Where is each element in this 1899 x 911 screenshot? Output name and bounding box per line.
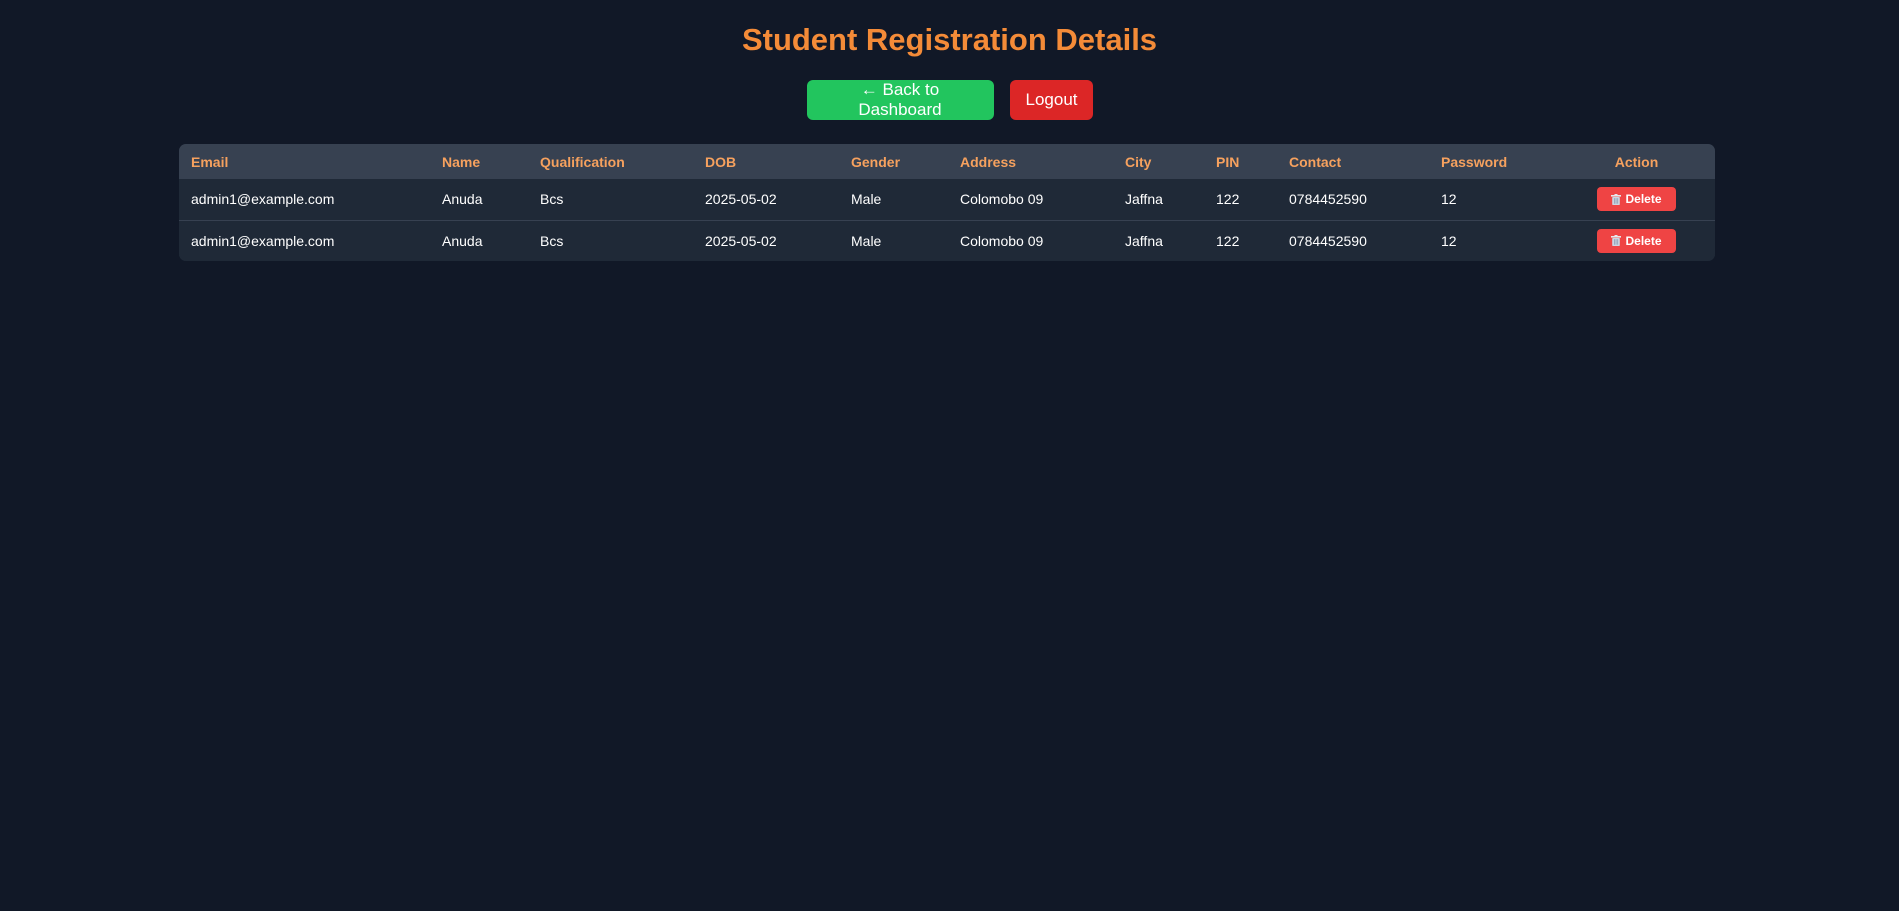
cell-password: 12 — [1441, 191, 1457, 208]
delete-button-label: Delete — [1625, 233, 1662, 248]
cell-action: Delete — [1558, 219, 1715, 261]
cell-gender: Male — [851, 191, 882, 208]
cell-action: Delete — [1558, 179, 1715, 220]
cell-password: 12 — [1429, 219, 1558, 261]
cell-address: Colomobo 09 — [960, 191, 1044, 208]
table-row: admin1@example.com Anuda Bcs 2025-05-02 … — [179, 179, 1715, 220]
cell-qualification: Bcs — [540, 191, 564, 208]
cell-dob: 2025-05-02 — [705, 191, 777, 208]
column-header-email: Email — [191, 153, 229, 170]
cell-city: Jaffna — [1113, 219, 1204, 261]
cell-city: Jaffna — [1125, 191, 1163, 208]
cell-name: Anuda — [442, 191, 483, 208]
trash-icon — [1611, 235, 1622, 247]
cell-qualification: Bcs — [528, 219, 693, 261]
back-to-dashboard-button[interactable]: ← Back to Dashboard — [806, 80, 994, 120]
column-header-contact: Contact — [1289, 153, 1342, 170]
cell-gender: Male — [839, 219, 948, 261]
cell-email: admin1@example.com — [191, 191, 335, 208]
column-header-action: Action — [1614, 153, 1659, 170]
table-row: admin1@example.com Anuda Bcs 2025-05-02 … — [179, 219, 1715, 261]
delete-button-label: Delete — [1625, 192, 1662, 207]
delete-button[interactable]: Delete — [1597, 187, 1676, 212]
column-header-gender: Gender — [851, 153, 901, 170]
cell-dob: 2025-05-02 — [693, 219, 839, 261]
cell-email: admin1@example.com — [179, 219, 430, 261]
delete-button[interactable]: Delete — [1597, 228, 1676, 253]
column-header-password: Password — [1441, 153, 1508, 170]
cell-pin: 122 — [1204, 219, 1277, 261]
cell-pin: 122 — [1216, 191, 1240, 208]
students-table-container: Email Name Qualification DOB Gender Addr… — [179, 144, 1715, 261]
column-header-city: City — [1125, 153, 1152, 170]
column-header-name: Name — [442, 153, 481, 170]
cell-contact: 0784452590 — [1289, 191, 1367, 208]
table-header-row: Email Name Qualification DOB Gender Addr… — [179, 144, 1715, 179]
column-header-address: Address — [960, 153, 1017, 170]
column-header-qualification: Qualification — [540, 153, 625, 170]
cell-address: Colomobo 09 — [948, 219, 1113, 261]
column-header-dob: DOB — [705, 153, 737, 170]
column-header-pin: PIN — [1216, 153, 1240, 170]
trash-icon — [1611, 193, 1622, 205]
cell-contact: 0784452590 — [1277, 219, 1429, 261]
action-bar: ← Back to Dashboard Logout — [0, 80, 1899, 120]
page-title: Student Registration Details — [741, 22, 1158, 57]
logout-button[interactable]: Logout — [1009, 80, 1093, 120]
cell-name: Anuda — [430, 219, 528, 261]
students-table: Email Name Qualification DOB Gender Addr… — [179, 144, 1715, 261]
